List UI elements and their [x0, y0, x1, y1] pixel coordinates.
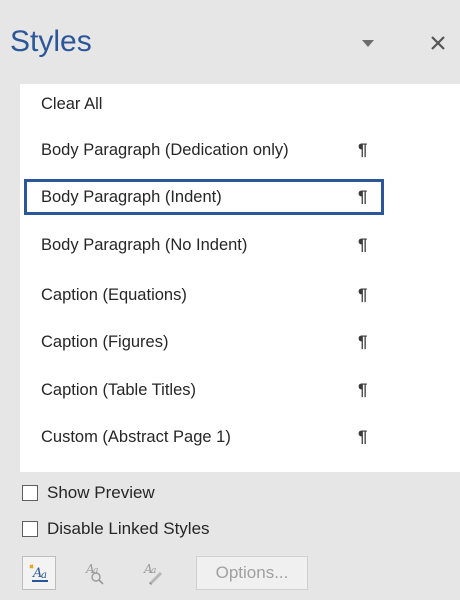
show-preview-option[interactable]: Show Preview — [22, 481, 155, 505]
paragraph-mark-icon: ¶ — [358, 380, 368, 399]
style-inspector-button[interactable]: A a — [78, 556, 112, 590]
style-inspector-icon: A a — [85, 562, 104, 585]
new-style-button[interactable]: A a — [22, 556, 56, 590]
style-item-clear-all[interactable]: Clear All — [24, 86, 384, 122]
style-label: Custom (Abstract Page 1) — [41, 428, 231, 446]
style-item-caption-figures[interactable]: Caption (Figures) ¶ — [24, 324, 384, 360]
styles-pane-header: Styles — [0, 0, 460, 84]
style-item-body-paragraph-no-indent[interactable]: Body Paragraph (No Indent) ¶ — [24, 227, 384, 263]
style-label: Body Paragraph (Dedication only) — [41, 141, 289, 159]
show-preview-checkbox[interactable] — [22, 485, 38, 501]
style-item-caption-equations[interactable]: Caption (Equations) ¶ — [24, 277, 384, 313]
disable-linked-styles-label: Disable Linked Styles — [47, 519, 210, 538]
close-pane-button[interactable] — [424, 28, 452, 58]
chevron-down-icon — [362, 40, 374, 47]
style-label: Caption (Table Titles) — [41, 381, 196, 399]
style-item-custom-abstract-page-1[interactable]: Custom (Abstract Page 1) ¶ — [24, 419, 384, 455]
pane-options-dropdown-button[interactable] — [354, 30, 382, 58]
svg-text:a: a — [41, 570, 47, 581]
style-item-caption-table-titles[interactable]: Caption (Table Titles) ¶ — [24, 372, 384, 408]
styles-pane-toolbar: A a A a A a Options... — [0, 544, 460, 600]
paragraph-mark-icon: ¶ — [358, 235, 368, 254]
style-label: Clear All — [41, 95, 103, 113]
new-style-icon: A a — [29, 564, 48, 582]
paragraph-mark-icon: ¶ — [358, 140, 368, 159]
show-preview-label: Show Preview — [47, 483, 155, 502]
style-label: Body Paragraph (Indent) — [41, 188, 222, 206]
manage-styles-icon: A a — [143, 562, 162, 585]
paragraph-mark-icon: ¶ — [358, 187, 368, 206]
style-label: Caption (Equations) — [41, 286, 187, 304]
pane-title: Styles — [10, 25, 92, 58]
close-icon — [431, 36, 445, 50]
paragraph-mark-icon: ¶ — [358, 332, 368, 351]
disable-linked-styles-checkbox[interactable] — [22, 521, 38, 537]
style-item-body-paragraph-dedication[interactable]: Body Paragraph (Dedication only) ¶ — [24, 132, 384, 168]
style-label: Caption (Figures) — [41, 333, 169, 351]
style-label: Body Paragraph (No Indent) — [41, 236, 248, 254]
options-button[interactable]: Options... — [196, 556, 308, 590]
manage-styles-button[interactable]: A a — [136, 556, 170, 590]
style-gallery-list: Clear All Body Paragraph (Dedication onl… — [20, 84, 460, 472]
paragraph-mark-icon: ¶ — [358, 285, 368, 304]
disable-linked-styles-option[interactable]: Disable Linked Styles — [22, 517, 210, 541]
style-item-body-paragraph-indent[interactable]: Body Paragraph (Indent) ¶ — [24, 179, 384, 215]
svg-text:a: a — [151, 566, 156, 576]
paragraph-mark-icon: ¶ — [358, 427, 368, 446]
